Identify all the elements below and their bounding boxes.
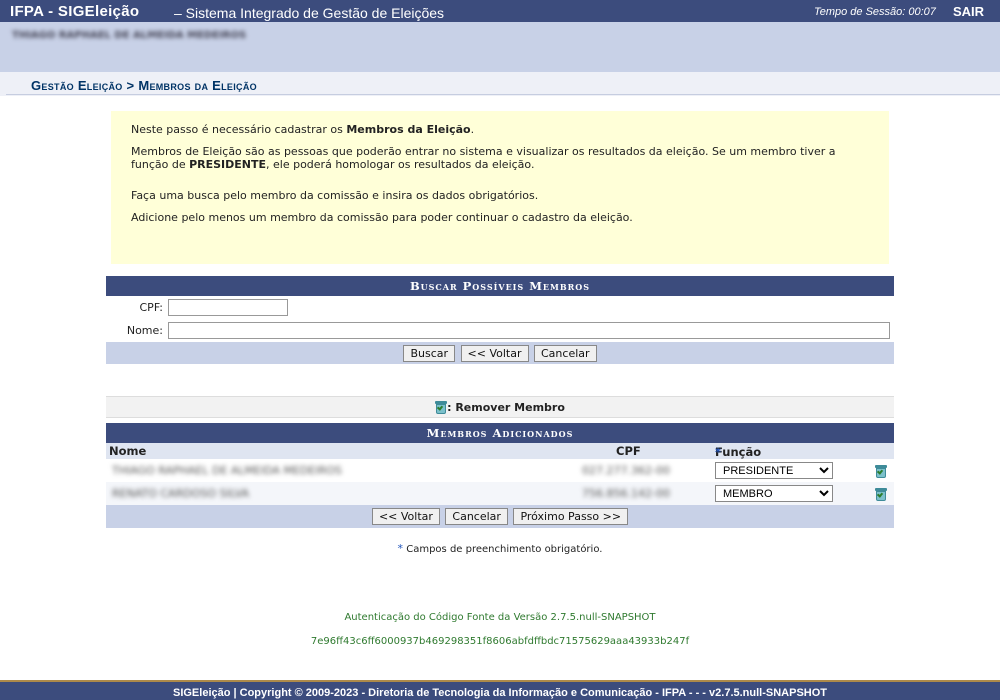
cancel-button[interactable]: Cancelar — [534, 345, 597, 362]
search-actions: Buscar << Voltar Cancelar — [106, 342, 894, 364]
footer: SIGEleição | Copyright © 2009-2023 - Dir… — [0, 680, 1000, 700]
asterisk-icon: * — [715, 445, 722, 459]
title-divider — [6, 94, 1000, 95]
search-form: Buscar Possíveis Membros CPF: Nome: Busc… — [106, 276, 894, 364]
members-header: Membros Adicionados — [106, 423, 894, 443]
info-box: Neste passo é necessário cadastrar os Me… — [111, 111, 889, 264]
trash-icon — [435, 400, 448, 414]
auth-hash[interactable]: 7e96ff43c6ff6000937b469298351f8606abfdff… — [0, 636, 1000, 647]
cpf-row: CPF: — [106, 296, 894, 319]
search-header: Buscar Possíveis Membros — [106, 276, 894, 296]
members-table: Membros Adicionados Nome CPF Função * TH… — [106, 423, 894, 528]
members-column-headers: Nome CPF Função * — [106, 443, 894, 459]
member-function-select[interactable]: MEMBRO — [715, 485, 833, 502]
nome-input[interactable] — [168, 322, 890, 339]
back-button[interactable]: << Voltar — [371, 508, 440, 525]
system-name: IFPA - SIGEleição — [10, 3, 140, 20]
page-title: Gestão Eleição > Membros da Eleição — [31, 78, 257, 93]
cancel-button[interactable]: Cancelar — [445, 508, 508, 525]
trash-icon[interactable] — [875, 487, 887, 501]
member-function-select[interactable]: PRESIDENTE — [715, 462, 833, 479]
info-paragraph-4: Adicione pelo menos um membro da comissã… — [131, 211, 633, 224]
breadcrumb: Gestão Eleição > Membros da Eleição — [31, 78, 257, 93]
next-step-button[interactable]: Próximo Passo >> — [513, 508, 629, 525]
top-bar: IFPA - SIGEleição – Sistema Integrado de… — [0, 0, 1000, 22]
table-row: RENATO CARDOSO SILVA 756.856.142-00 MEMB… — [106, 482, 894, 505]
asterisk-icon: * — [397, 542, 404, 555]
cpf-input[interactable] — [168, 299, 288, 316]
logout-link[interactable]: SAIR — [953, 4, 984, 19]
remove-legend-label: : Remover Membro — [447, 401, 565, 414]
table-row: THIAGO RAPHAEL DE ALMEIDA MEDEIROS 027.2… — [106, 459, 894, 482]
nome-row: Nome: — [106, 319, 894, 342]
column-nome: Nome — [109, 444, 147, 458]
user-band: THIAGO RAPHAEL DE ALMEIDA MEDEIROS — [0, 22, 1000, 72]
trash-icon[interactable] — [875, 464, 887, 478]
info-paragraph-2: Membros de Eleição são as pessoas que po… — [131, 145, 836, 171]
cpf-label: CPF: — [139, 301, 164, 314]
members-actions: << Voltar Cancelar Próximo Passo >> — [106, 505, 894, 528]
title-bar: Gestão Eleição > Membros da Eleição — [0, 72, 1000, 96]
column-cpf: CPF — [616, 444, 641, 458]
search-button[interactable]: Buscar — [403, 345, 456, 362]
required-note: * Campos de preenchimento obrigatório. — [0, 542, 1000, 555]
session-timer: Tempo de Sessão: 00:07 — [814, 6, 936, 18]
user-name: THIAGO RAPHAEL DE ALMEIDA MEDEIROS — [12, 30, 247, 41]
member-cpf: 027.277.362-00 — [582, 464, 670, 477]
member-name: THIAGO RAPHAEL DE ALMEIDA MEDEIROS — [112, 464, 342, 477]
required-note-text: Campos de preenchimento obrigatório. — [406, 544, 603, 555]
member-cpf: 756.856.142-00 — [582, 487, 670, 500]
info-paragraph-3: Faça uma busca pelo membro da comissão e… — [131, 189, 539, 202]
system-subtitle: – Sistema Integrado de Gestão de Eleiçõe… — [174, 5, 445, 21]
info-paragraph-1: Neste passo é necessário cadastrar os Me… — [131, 123, 475, 136]
member-name: RENATO CARDOSO SILVA — [112, 487, 249, 500]
icon-legend: : Remover Membro — [106, 396, 894, 418]
nome-label: Nome: — [126, 324, 163, 337]
auth-link[interactable]: Autenticação do Código Fonte da Versão 2… — [0, 612, 1000, 623]
back-button[interactable]: << Voltar — [460, 345, 529, 362]
